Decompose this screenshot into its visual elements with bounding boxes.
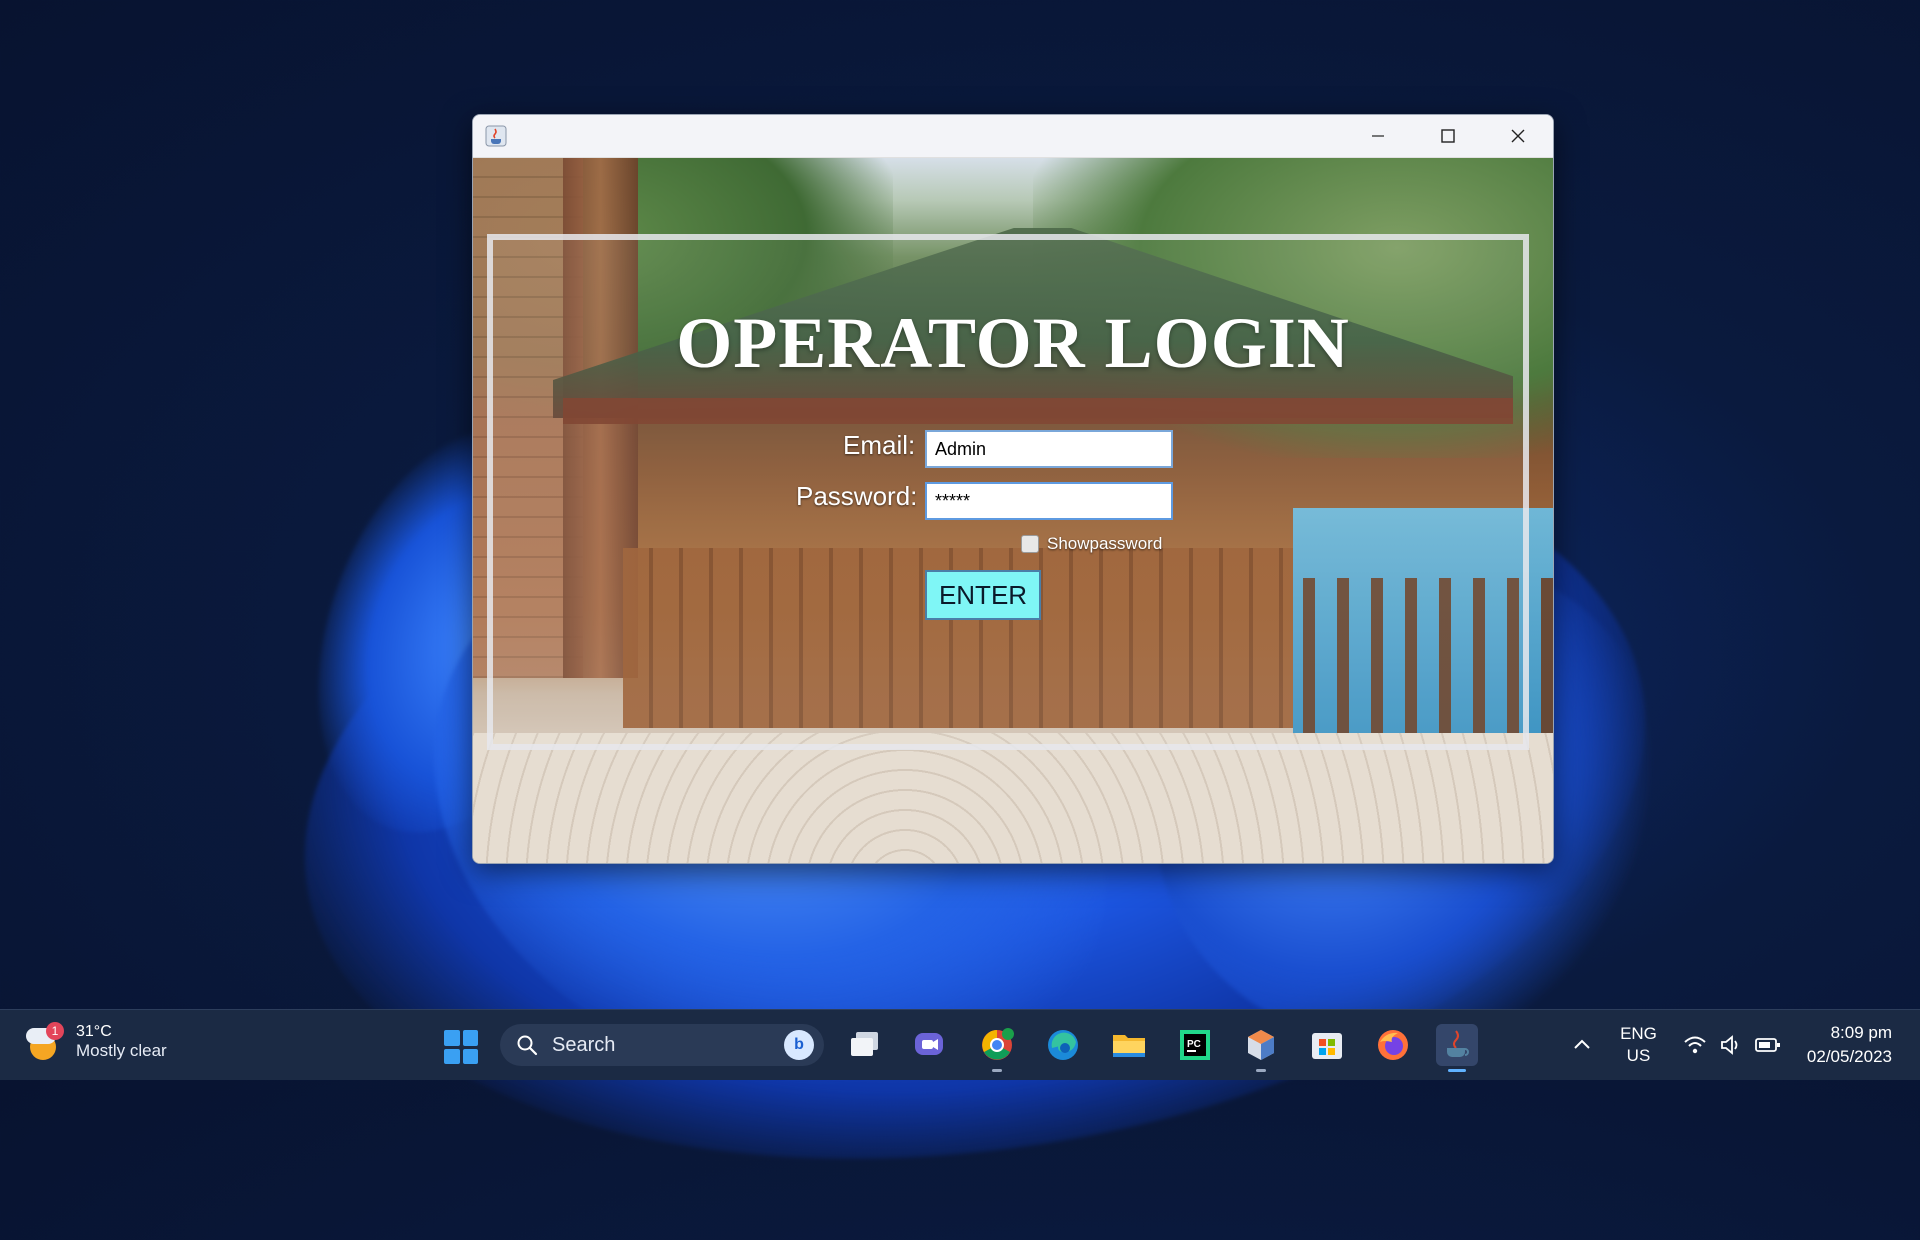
- minimize-button[interactable]: [1343, 115, 1413, 157]
- pycharm-label: PC: [1187, 1039, 1201, 1050]
- weather-widget[interactable]: 1 31°C Mostly clear: [26, 1022, 167, 1062]
- volume-icon: [1721, 1035, 1738, 1055]
- close-button[interactable]: [1483, 115, 1553, 157]
- show-password-checkbox[interactable]: [1021, 535, 1039, 553]
- microsoft-store-icon: [1312, 1033, 1342, 1059]
- email-field[interactable]: [925, 430, 1173, 468]
- virtualbox-icon: [1248, 1030, 1274, 1060]
- search-label: Search: [552, 1033, 616, 1056]
- weather-condition: Mostly clear: [76, 1041, 167, 1060]
- operator-login-window: OPERATOR LOGIN Email: Password: Showpass…: [472, 114, 1554, 864]
- language-code: ENG: [1620, 1024, 1657, 1043]
- title-bar[interactable]: [473, 115, 1553, 158]
- password-label: Password:: [796, 481, 918, 511]
- java-active-indicator: [1448, 1069, 1466, 1072]
- firefox-icon: [1378, 1030, 1408, 1060]
- wifi-icon: [1684, 1036, 1706, 1054]
- show-password-label[interactable]: Showpassword: [1047, 534, 1162, 554]
- close-icon: [1511, 129, 1525, 143]
- clock-date: 02/05/2023: [1806, 1047, 1892, 1066]
- login-title: OPERATOR LOGIN: [676, 303, 1350, 383]
- weather-temperature: 31°C: [76, 1023, 112, 1040]
- chevron-up-icon[interactable]: [1570, 1033, 1594, 1057]
- language-indicator[interactable]: ENG US: [1620, 1023, 1657, 1067]
- maximize-icon: [1441, 129, 1455, 143]
- taskbar-search[interactable]: Search b: [500, 1024, 824, 1066]
- region-code: US: [1626, 1046, 1651, 1065]
- maximize-button[interactable]: [1413, 115, 1483, 157]
- file-explorer-icon: [1113, 1035, 1145, 1057]
- email-label: Email:: [843, 430, 916, 460]
- pycharm-app[interactable]: PC: [1174, 1024, 1216, 1066]
- microsoft-store-app[interactable]: [1306, 1024, 1348, 1066]
- password-field[interactable]: [925, 482, 1173, 520]
- weather-badge: 1: [46, 1022, 64, 1040]
- clock[interactable]: 8:09 pm 02/05/2023: [1807, 1021, 1892, 1069]
- task-view-button[interactable]: [844, 1024, 886, 1066]
- search-icon: [517, 1035, 538, 1056]
- login-background: OPERATOR LOGIN Email: Password: Showpass…: [473, 158, 1553, 863]
- clock-time: 8:09 pm: [1830, 1023, 1892, 1042]
- quick-settings[interactable]: [1683, 1034, 1781, 1056]
- virtualbox-running-indicator: [1256, 1069, 1266, 1072]
- system-tray: ENG US 8:09 pm 02/05/2023: [1570, 1010, 1920, 1080]
- java-icon: [1447, 1030, 1469, 1057]
- firefox-app[interactable]: [1372, 1024, 1414, 1066]
- minimize-icon: [1372, 135, 1384, 137]
- show-password-row[interactable]: Showpassword: [1021, 534, 1162, 554]
- meet-icon: [915, 1033, 943, 1055]
- task-view-icon: [851, 1032, 878, 1056]
- enter-button[interactable]: ENTER: [925, 570, 1041, 620]
- taskbar: 1 31°C Mostly clear Search b PC ENG US 8…: [0, 1009, 1920, 1080]
- edge-app[interactable]: [1042, 1024, 1084, 1066]
- java-app-icon: [485, 125, 507, 147]
- stone-floor: [473, 733, 1553, 863]
- pycharm-icon: PC: [1180, 1030, 1210, 1060]
- chrome-app[interactable]: [976, 1024, 1018, 1072]
- battery-icon: [1755, 1038, 1780, 1052]
- weather-icon: 1: [26, 1022, 66, 1062]
- start-button[interactable]: [444, 1030, 478, 1064]
- meet-app[interactable]: [908, 1024, 950, 1066]
- java-app[interactable]: [1436, 1024, 1478, 1072]
- bing-icon[interactable]: b: [784, 1030, 814, 1060]
- chrome-running-indicator: [992, 1069, 1002, 1072]
- virtualbox-app[interactable]: [1240, 1024, 1282, 1072]
- edge-icon: [1048, 1030, 1078, 1060]
- chrome-icon: [982, 1028, 1014, 1060]
- file-explorer-app[interactable]: [1108, 1024, 1150, 1066]
